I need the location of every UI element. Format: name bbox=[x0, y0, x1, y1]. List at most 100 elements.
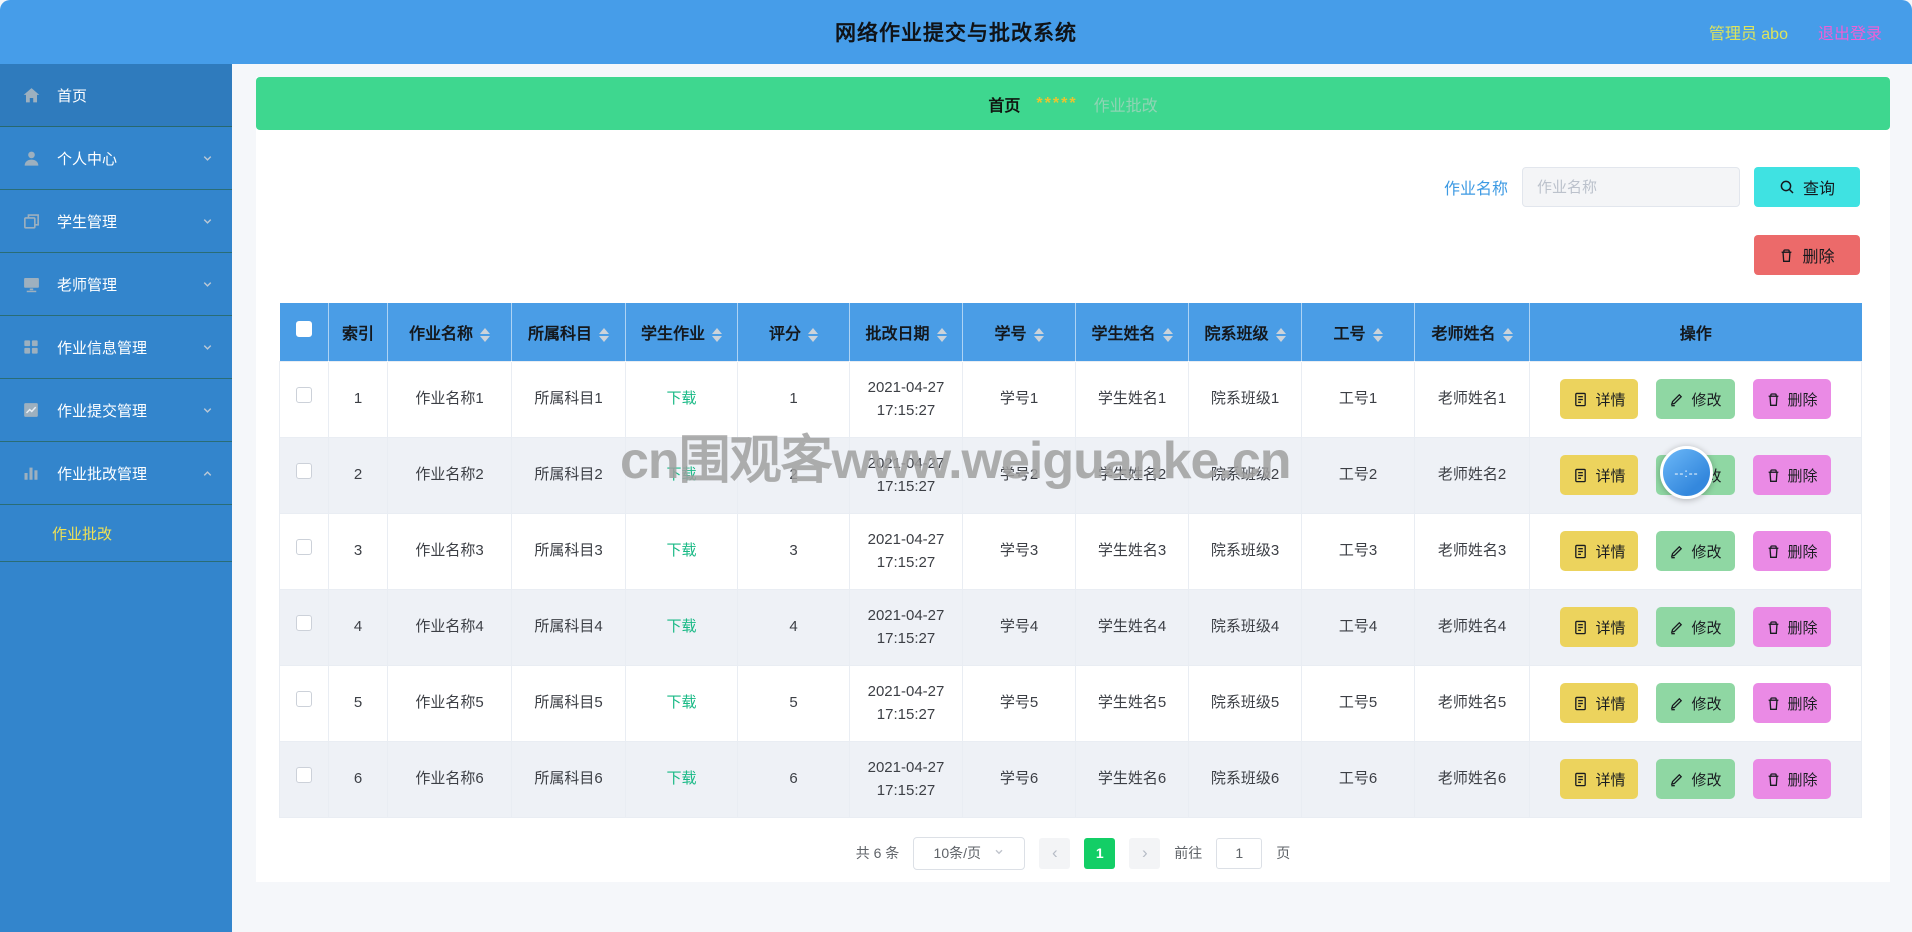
breadcrumb-home[interactable]: 首页 bbox=[988, 92, 1020, 116]
sort-caret-icon[interactable] bbox=[480, 327, 490, 342]
download-link[interactable]: 下载 bbox=[666, 770, 696, 787]
table-row: 4 作业名称4 所属科目4 下载 4 2021-04-27 17:15:27 学号4 学生姓名… bbox=[279, 588, 1862, 666]
row-actions-cell: 详情修改删除 bbox=[1529, 588, 1862, 666]
column-header-2[interactable]: 所属科目 bbox=[511, 303, 626, 361]
sidebar-item-4[interactable]: 作业信息管理 bbox=[0, 316, 232, 379]
sidebar-subitem-active[interactable]: 作业批改 bbox=[0, 505, 232, 562]
page-size-select[interactable]: 10条/页 bbox=[913, 836, 1026, 870]
trash-icon bbox=[1766, 544, 1781, 559]
row-select-cell bbox=[279, 664, 329, 742]
user-icon bbox=[22, 149, 44, 168]
column-header-10[interactable]: 老师姓名 bbox=[1414, 303, 1530, 361]
row-checkbox[interactable] bbox=[296, 387, 312, 404]
logout-link[interactable]: 退出登录 bbox=[1818, 20, 1882, 44]
cell-teacher_no: 工号3 bbox=[1301, 512, 1415, 590]
goto-page-input[interactable] bbox=[1216, 837, 1263, 869]
cell-student_work: 下载 bbox=[625, 664, 738, 742]
row-edit-button[interactable]: 修改 bbox=[1656, 759, 1735, 799]
sidebar-item-3[interactable]: 老师管理 bbox=[0, 253, 232, 316]
row-detail-button[interactable]: 详情 bbox=[1560, 455, 1639, 495]
row-delete-button[interactable]: 删除 bbox=[1752, 531, 1831, 571]
column-header-5[interactable]: 批改日期 bbox=[849, 303, 963, 361]
cell-index: 5 bbox=[328, 664, 388, 742]
cell-dept_class: 院系班级2 bbox=[1188, 436, 1302, 514]
cell-review_date: 2021-04-27 17:15:27 bbox=[849, 512, 963, 590]
row-detail-button[interactable]: 详情 bbox=[1560, 531, 1639, 571]
download-link[interactable]: 下载 bbox=[666, 390, 696, 407]
sort-caret-icon[interactable] bbox=[712, 327, 722, 342]
row-edit-button[interactable]: 修改 bbox=[1656, 683, 1735, 723]
search-input[interactable] bbox=[1522, 167, 1740, 207]
cell-teacher_name: 老师姓名6 bbox=[1414, 740, 1530, 818]
row-delete-button[interactable]: 删除 bbox=[1752, 759, 1831, 799]
clock-widget: --:-- bbox=[1660, 446, 1713, 499]
sidebar-item-0[interactable]: 首页 bbox=[0, 64, 232, 127]
cell-student_no: 学号5 bbox=[962, 664, 1076, 742]
row-delete-button[interactable]: 删除 bbox=[1752, 683, 1831, 723]
row-delete-button[interactable]: 删除 bbox=[1752, 607, 1831, 647]
cell-homework_name: 作业名称3 bbox=[387, 512, 512, 590]
row-select-cell bbox=[279, 512, 329, 590]
cell-homework_name: 作业名称1 bbox=[387, 360, 512, 438]
cell-subject: 所属科目4 bbox=[511, 588, 626, 666]
document-icon bbox=[1573, 468, 1588, 483]
batch-delete-button[interactable]: 删除 bbox=[1754, 235, 1860, 275]
download-link[interactable]: 下载 bbox=[666, 466, 696, 483]
row-detail-button[interactable]: 详情 bbox=[1560, 379, 1639, 419]
sidebar-item-6[interactable]: 作业批改管理 bbox=[0, 442, 232, 505]
row-detail-button[interactable]: 详情 bbox=[1560, 683, 1639, 723]
row-checkbox[interactable] bbox=[296, 767, 312, 784]
prev-page-button[interactable]: ‹ bbox=[1039, 837, 1071, 869]
table-row: 3 作业名称3 所属科目3 下载 3 2021-04-27 17:15:27 学号3 学生姓名… bbox=[279, 512, 1862, 590]
sidebar-item-label: 作业提交管理 bbox=[57, 402, 148, 420]
column-header-9[interactable]: 工号 bbox=[1301, 303, 1415, 361]
monitor-icon bbox=[22, 275, 44, 294]
pagination: 共 6 条 10条/页 ‹ 1 › 前往 页 bbox=[256, 836, 1890, 870]
download-link[interactable]: 下载 bbox=[666, 694, 696, 711]
row-checkbox[interactable] bbox=[296, 691, 312, 708]
download-link[interactable]: 下载 bbox=[666, 542, 696, 559]
sidebar-item-5[interactable]: 作业提交管理 bbox=[0, 379, 232, 442]
chevron-down-icon bbox=[201, 404, 214, 417]
sort-caret-icon[interactable] bbox=[808, 327, 818, 342]
cell-review_date: 2021-04-27 17:15:27 bbox=[849, 588, 963, 666]
select-all-checkbox[interactable] bbox=[295, 321, 312, 338]
sort-caret-icon[interactable] bbox=[1162, 327, 1173, 342]
row-edit-button[interactable]: 修改 bbox=[1656, 531, 1735, 571]
pencil-icon bbox=[1669, 620, 1684, 635]
column-header-4[interactable]: 评分 bbox=[737, 303, 850, 361]
sort-caret-icon[interactable] bbox=[599, 327, 609, 342]
row-detail-button[interactable]: 详情 bbox=[1560, 607, 1639, 647]
app-header: 网络作业提交与批改系统 管理员 abo 退出登录 bbox=[0, 0, 1912, 64]
row-detail-button[interactable]: 详情 bbox=[1560, 759, 1639, 799]
row-delete-button[interactable]: 删除 bbox=[1752, 455, 1831, 495]
sort-caret-icon[interactable] bbox=[1275, 327, 1286, 342]
row-checkbox[interactable] bbox=[296, 463, 312, 480]
sort-caret-icon[interactable] bbox=[1502, 327, 1513, 342]
row-edit-button[interactable]: 修改 bbox=[1656, 379, 1735, 419]
row-checkbox[interactable] bbox=[296, 615, 312, 632]
row-checkbox[interactable] bbox=[296, 539, 312, 556]
table-row: 6 作业名称6 所属科目6 下载 6 2021-04-27 17:15:27 学号6 学生姓名… bbox=[279, 740, 1862, 818]
sidebar-item-2[interactable]: 学生管理 bbox=[0, 190, 232, 253]
cell-score: 1 bbox=[737, 360, 850, 438]
sidebar-item-1[interactable]: 个人中心 bbox=[0, 127, 232, 190]
download-link[interactable]: 下载 bbox=[666, 618, 696, 635]
column-header-7[interactable]: 学生姓名 bbox=[1075, 303, 1189, 361]
cell-teacher_no: 工号2 bbox=[1301, 436, 1415, 514]
table-body: 1 作业名称1 所属科目1 下载 1 2021-04-27 17:15:27 学号1 学生姓名… bbox=[279, 360, 1862, 818]
column-header-1[interactable]: 作业名称 bbox=[387, 303, 512, 361]
column-header-8[interactable]: 院系班级 bbox=[1188, 303, 1302, 361]
row-delete-button[interactable]: 删除 bbox=[1752, 379, 1831, 419]
next-page-button[interactable]: › bbox=[1129, 837, 1161, 869]
trash-icon bbox=[1766, 772, 1781, 787]
column-header-6[interactable]: 学号 bbox=[962, 303, 1076, 361]
sort-caret-icon[interactable] bbox=[1372, 327, 1383, 342]
row-edit-button[interactable]: 修改 bbox=[1656, 607, 1735, 647]
column-header-3[interactable]: 学生作业 bbox=[625, 303, 738, 361]
page-number-1[interactable]: 1 bbox=[1084, 837, 1116, 869]
sort-caret-icon[interactable] bbox=[936, 327, 947, 342]
search-button[interactable]: 查询 bbox=[1754, 167, 1860, 207]
sort-caret-icon[interactable] bbox=[1033, 327, 1044, 342]
cell-score: 6 bbox=[737, 740, 850, 818]
